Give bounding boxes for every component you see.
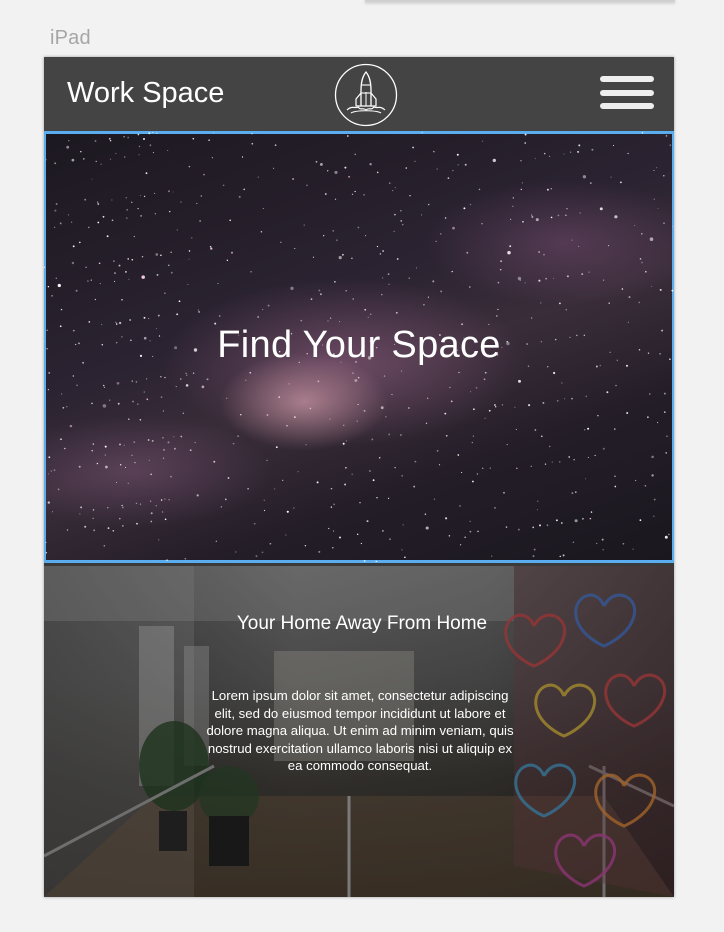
section-title: Your Home Away From Home bbox=[236, 613, 488, 634]
hero-title: Find Your Space bbox=[217, 324, 501, 366]
hamburger-menu-icon[interactable] bbox=[600, 76, 654, 110]
adjacent-artboard-edge bbox=[365, 0, 675, 2]
navbar: Work Space bbox=[44, 57, 674, 132]
artboard-label: iPad bbox=[50, 27, 91, 49]
section-body-text: Lorem ipsum dolor sit amet, consectetur … bbox=[206, 688, 514, 773]
home-away-section: Your Home Away From Home Lorem ipsum dol… bbox=[44, 566, 674, 897]
ipad-artboard: Work Space Find Your Space Your Home Awa… bbox=[44, 57, 674, 897]
rocket-launch-icon[interactable] bbox=[334, 63, 398, 127]
brand-title[interactable]: Work Space bbox=[67, 77, 224, 110]
hero-section: Find Your Space bbox=[44, 131, 674, 563]
